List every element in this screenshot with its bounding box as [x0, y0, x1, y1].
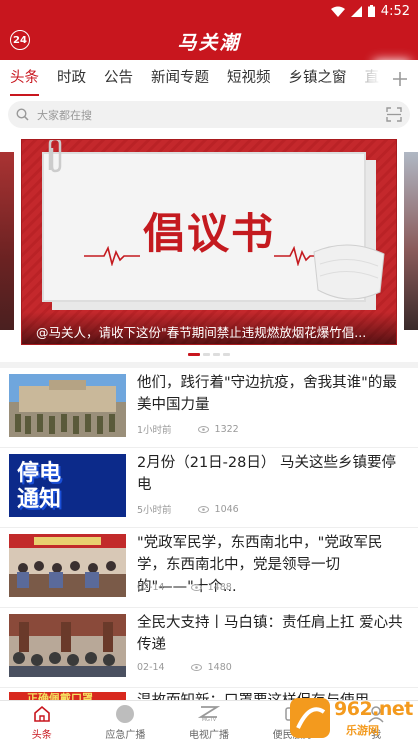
carousel-next-slide[interactable] [404, 152, 418, 330]
home-icon [33, 705, 50, 722]
search-placeholder: 大家都在搜 [37, 108, 92, 122]
face-mask-icon [313, 244, 385, 300]
watermark-brand: 962.net [334, 698, 413, 720]
news-views: 1046 [214, 503, 239, 515]
carousel-dot [203, 353, 210, 356]
nav-label: 电视广播 [188, 729, 229, 741]
app-logo: 马关潮 [177, 32, 241, 54]
carousel-dot [213, 353, 220, 356]
search-icon [16, 108, 29, 121]
thumb-text-line1: 停电 [17, 460, 62, 486]
search-input[interactable]: 大家都在搜 [8, 101, 410, 128]
tab-short-video[interactable]: 短视频 [217, 60, 279, 98]
news-time: 5小时前 [137, 505, 172, 516]
slide-caption: @马关人，请收下这份"春节期间禁止违规燃放烟花爆竹倡... [22, 312, 396, 344]
paperclip-icon [48, 140, 62, 173]
battery-icon [367, 5, 375, 17]
news-title: 全民大支持丨马白镇：责任肩上扛 爱心共传递 [137, 615, 403, 653]
signal-icon [350, 5, 362, 17]
site-watermark: 962.net 乐游网 [290, 694, 414, 742]
news-time: 1小时前 [137, 425, 172, 436]
eye-icon [190, 664, 202, 671]
eye-icon [197, 505, 209, 513]
search-bar: 大家都在搜 [0, 98, 418, 132]
tab-announcements[interactable]: 公告 [94, 60, 141, 98]
carousel-dot [223, 353, 230, 356]
news-views: 1480 [207, 662, 232, 673]
news-views: 1322 [214, 423, 239, 435]
status-bar: 4:52 [0, 0, 418, 22]
tv-icon: MGTV [197, 705, 221, 723]
news-views: 1488 [207, 582, 232, 593]
broadcast-icon [116, 704, 135, 723]
tab-politics[interactable]: 时政 [47, 60, 94, 98]
scan-icon[interactable] [386, 107, 402, 122]
news-title: 2月份（21日-28日） 马关这些乡镇要停电 [137, 455, 396, 493]
tv-icon-text: MGTV [201, 716, 217, 723]
carousel-slide[interactable]: 倡议书 @马关人，请收下这份"春节期间禁止违规燃放烟花爆竹倡... [21, 139, 397, 345]
wifi-icon [330, 6, 345, 17]
tab-news-topics[interactable]: 新闻专题 [141, 60, 217, 98]
news-item[interactable]: 全民大支持丨马白镇：责任肩上扛 爱心共传递 02-14 1480 [0, 608, 418, 688]
news-time: 02-14 [137, 582, 165, 593]
tab-headlines[interactable]: 头条 [0, 60, 47, 98]
news-item[interactable]: 停电 通知 2月份（21日-28日） 马关这些乡镇要停电 5小时前 1046 [0, 448, 418, 528]
news-item[interactable]: "党政军民学，东西南北中，"党政军民学，东西南北中，党是领导一切的"——"十个.… [0, 528, 418, 608]
news-thumbnail: 停电 通知 [9, 454, 126, 517]
app-header: 24 马关潮 [0, 22, 418, 60]
news-thumbnail [9, 534, 126, 597]
add-tab-icon[interactable] [382, 60, 418, 98]
carousel-prev-slide[interactable] [0, 152, 14, 330]
eye-icon [190, 584, 202, 591]
news-thumbnail [9, 374, 126, 437]
thumb-text-line2: 通知 [17, 486, 62, 512]
tab-township-window[interactable]: 乡镇之窗 [279, 60, 355, 98]
eye-icon [197, 425, 209, 433]
news-item[interactable]: 他们，践行着"守边抗疫，舍我其谁"的最美中国力量 1小时前 1322 [0, 368, 418, 448]
nav-label: 头条 [31, 729, 52, 741]
nav-headlines[interactable]: 头条 [0, 701, 84, 744]
news-meta: 02-14 1488 [137, 582, 232, 593]
carousel-dot-active [188, 353, 200, 356]
news-meta: 5小时前 1046 [137, 502, 239, 517]
news-thumbnail [9, 614, 126, 677]
carousel-indicator [0, 353, 418, 356]
watermark-sub: 乐游网 [346, 724, 379, 737]
news-time: 02-14 [137, 662, 165, 673]
news-meta: 02-14 1480 [137, 662, 232, 673]
headline-carousel[interactable]: 倡议书 @马关人，请收下这份"春节期间禁止违规燃放烟花爆竹倡... [0, 134, 418, 362]
category-tabs: 头条 时政 公告 新闻专题 短视频 乡镇之窗 直 [0, 60, 418, 98]
nav-label: 应急广播 [105, 729, 146, 741]
news-meta: 1小时前 1322 [137, 422, 239, 437]
nav-tv-radio[interactable]: MGTV 电视广播 [167, 701, 251, 744]
nav-emergency-broadcast[interactable]: 应急广播 [84, 701, 168, 744]
status-time: 4:52 [380, 3, 410, 19]
news-title: 他们，践行着"守边抗疫，舍我其谁"的最美中国力量 [137, 375, 397, 413]
